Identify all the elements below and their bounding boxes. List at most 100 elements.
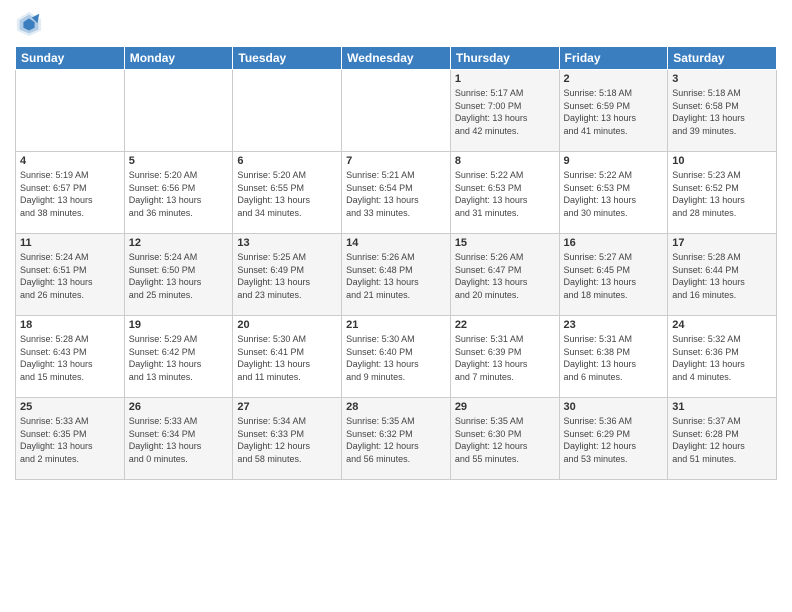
- day-info: Sunrise: 5:22 AM Sunset: 6:53 PM Dayligh…: [564, 169, 664, 219]
- calendar-cell: 12Sunrise: 5:24 AM Sunset: 6:50 PM Dayli…: [124, 234, 233, 316]
- calendar-cell: 21 Sunrise: 5:30 AM Sunset: 6:40 PM Dayli…: [342, 316, 451, 398]
- week-row-2: 4Sunrise: 5:19 AM Sunset: 6:57 PM Daylig…: [16, 152, 777, 234]
- calendar-cell: 2 Sunrise: 5:18 AM Sunset: 6:59 PM Daylig…: [559, 70, 668, 152]
- weekday-monday: Monday: [124, 47, 233, 70]
- day-info: Sunrise: 5:26 AM Sunset: 6:47 PM Dayligh…: [455, 251, 555, 301]
- day-number: 21: [346, 319, 446, 331]
- calendar-cell: 27 Sunrise: 5:34 AM Sunset: 6:33 PM Dayli…: [233, 398, 342, 480]
- calendar-cell: 16 Sunrise: 5:27 AM Sunset: 6:45 PM Dayli…: [559, 234, 668, 316]
- day-info: Sunrise: 5:33 AM Sunset: 6:35 PM Dayligh…: [20, 415, 120, 465]
- day-number: 7: [346, 155, 446, 167]
- day-number: 16: [564, 237, 664, 249]
- weekday-friday: Friday: [559, 47, 668, 70]
- day-number: 6: [237, 155, 337, 167]
- calendar-cell: 31 Sunrise: 5:37 AM Sunset: 6:28 PM Dayli…: [668, 398, 777, 480]
- day-info: Sunrise: 5:29 AM Sunset: 6:42 PM Dayligh…: [129, 333, 229, 383]
- weekday-saturday: Saturday: [668, 47, 777, 70]
- calendar-cell: 4Sunrise: 5:19 AM Sunset: 6:57 PM Daylig…: [16, 152, 125, 234]
- day-info: Sunrise: 5:35 AM Sunset: 6:32 PM Dayligh…: [346, 415, 446, 465]
- week-row-5: 25 Sunrise: 5:33 AM Sunset: 6:35 PM Dayli…: [16, 398, 777, 480]
- weekday-tuesday: Tuesday: [233, 47, 342, 70]
- calendar-cell: 26 Sunrise: 5:33 AM Sunset: 6:34 PM Dayli…: [124, 398, 233, 480]
- calendar-cell: 5Sunrise: 5:20 AM Sunset: 6:56 PM Daylig…: [124, 152, 233, 234]
- day-info: Sunrise: 5:24 AM Sunset: 6:51 PM Dayligh…: [20, 251, 120, 301]
- calendar-cell: 8Sunrise: 5:22 AM Sunset: 6:53 PM Daylig…: [450, 152, 559, 234]
- calendar-cell: 13 Sunrise: 5:25 AM Sunset: 6:49 PM Dayli…: [233, 234, 342, 316]
- day-info: Sunrise: 5:32 AM Sunset: 6:36 PM Dayligh…: [672, 333, 772, 383]
- day-number: 2: [564, 73, 664, 85]
- calendar-cell: 7 Sunrise: 5:21 AM Sunset: 6:54 PM Daylig…: [342, 152, 451, 234]
- day-number: 10: [672, 155, 772, 167]
- day-number: 26: [129, 401, 229, 413]
- calendar-cell: [233, 70, 342, 152]
- calendar-cell: 10Sunrise: 5:23 AM Sunset: 6:52 PM Dayli…: [668, 152, 777, 234]
- calendar-cell: 15Sunrise: 5:26 AM Sunset: 6:47 PM Dayli…: [450, 234, 559, 316]
- day-number: 20: [237, 319, 337, 331]
- calendar-cell: 30 Sunrise: 5:36 AM Sunset: 6:29 PM Dayli…: [559, 398, 668, 480]
- day-info: Sunrise: 5:30 AM Sunset: 6:41 PM Dayligh…: [237, 333, 337, 383]
- day-number: 18: [20, 319, 120, 331]
- calendar-cell: 11 Sunrise: 5:24 AM Sunset: 6:51 PM Dayli…: [16, 234, 125, 316]
- calendar-cell: 9 Sunrise: 5:22 AM Sunset: 6:53 PM Daylig…: [559, 152, 668, 234]
- day-number: 29: [455, 401, 555, 413]
- day-info: Sunrise: 5:25 AM Sunset: 6:49 PM Dayligh…: [237, 251, 337, 301]
- calendar-cell: 17 Sunrise: 5:28 AM Sunset: 6:44 PM Dayli…: [668, 234, 777, 316]
- calendar-cell: 28 Sunrise: 5:35 AM Sunset: 6:32 PM Dayli…: [342, 398, 451, 480]
- day-number: 13: [237, 237, 337, 249]
- day-info: Sunrise: 5:19 AM Sunset: 6:57 PM Dayligh…: [20, 169, 120, 219]
- week-row-4: 18 Sunrise: 5:28 AM Sunset: 6:43 PM Dayli…: [16, 316, 777, 398]
- day-info: Sunrise: 5:24 AM Sunset: 6:50 PM Dayligh…: [129, 251, 229, 301]
- day-number: 11: [20, 237, 120, 249]
- day-number: 30: [564, 401, 664, 413]
- day-info: Sunrise: 5:37 AM Sunset: 6:28 PM Dayligh…: [672, 415, 772, 465]
- day-info: Sunrise: 5:36 AM Sunset: 6:29 PM Dayligh…: [564, 415, 664, 465]
- day-info: Sunrise: 5:34 AM Sunset: 6:33 PM Dayligh…: [237, 415, 337, 465]
- day-info: Sunrise: 5:26 AM Sunset: 6:48 PM Dayligh…: [346, 251, 446, 301]
- weekday-sunday: Sunday: [16, 47, 125, 70]
- day-number: 3: [672, 73, 772, 85]
- calendar-container: SundayMondayTuesdayWednesdayThursdayFrid…: [0, 0, 792, 612]
- day-info: Sunrise: 5:27 AM Sunset: 6:45 PM Dayligh…: [564, 251, 664, 301]
- day-info: Sunrise: 5:18 AM Sunset: 6:59 PM Dayligh…: [564, 87, 664, 137]
- day-number: 22: [455, 319, 555, 331]
- day-number: 23: [564, 319, 664, 331]
- day-info: Sunrise: 5:17 AM Sunset: 7:00 PM Dayligh…: [455, 87, 555, 137]
- calendar-cell: 3Sunrise: 5:18 AM Sunset: 6:58 PM Daylig…: [668, 70, 777, 152]
- day-number: 5: [129, 155, 229, 167]
- day-info: Sunrise: 5:33 AM Sunset: 6:34 PM Dayligh…: [129, 415, 229, 465]
- calendar-cell: 23 Sunrise: 5:31 AM Sunset: 6:38 PM Dayli…: [559, 316, 668, 398]
- day-number: 1: [455, 73, 555, 85]
- day-info: Sunrise: 5:30 AM Sunset: 6:40 PM Dayligh…: [346, 333, 446, 383]
- day-info: Sunrise: 5:31 AM Sunset: 6:38 PM Dayligh…: [564, 333, 664, 383]
- calendar-cell: 22 Sunrise: 5:31 AM Sunset: 6:39 PM Dayli…: [450, 316, 559, 398]
- logo: [15, 10, 45, 38]
- calendar-cell: [124, 70, 233, 152]
- day-number: 24: [672, 319, 772, 331]
- week-row-1: 1 Sunrise: 5:17 AM Sunset: 7:00 PM Daylig…: [16, 70, 777, 152]
- day-number: 14: [346, 237, 446, 249]
- calendar-table: SundayMondayTuesdayWednesdayThursdayFrid…: [15, 46, 777, 480]
- day-number: 17: [672, 237, 772, 249]
- day-info: Sunrise: 5:22 AM Sunset: 6:53 PM Dayligh…: [455, 169, 555, 219]
- calendar-cell: 19Sunrise: 5:29 AM Sunset: 6:42 PM Dayli…: [124, 316, 233, 398]
- calendar-cell: 24 Sunrise: 5:32 AM Sunset: 6:36 PM Dayli…: [668, 316, 777, 398]
- week-row-3: 11 Sunrise: 5:24 AM Sunset: 6:51 PM Dayli…: [16, 234, 777, 316]
- weekday-wednesday: Wednesday: [342, 47, 451, 70]
- day-info: Sunrise: 5:21 AM Sunset: 6:54 PM Dayligh…: [346, 169, 446, 219]
- day-number: 27: [237, 401, 337, 413]
- day-number: 31: [672, 401, 772, 413]
- day-info: Sunrise: 5:31 AM Sunset: 6:39 PM Dayligh…: [455, 333, 555, 383]
- day-number: 25: [20, 401, 120, 413]
- calendar-cell: 25 Sunrise: 5:33 AM Sunset: 6:35 PM Dayli…: [16, 398, 125, 480]
- day-info: Sunrise: 5:28 AM Sunset: 6:44 PM Dayligh…: [672, 251, 772, 301]
- day-number: 28: [346, 401, 446, 413]
- calendar-body: 1 Sunrise: 5:17 AM Sunset: 7:00 PM Daylig…: [16, 70, 777, 480]
- weekday-thursday: Thursday: [450, 47, 559, 70]
- calendar-cell: 1 Sunrise: 5:17 AM Sunset: 7:00 PM Daylig…: [450, 70, 559, 152]
- logo-icon: [15, 10, 43, 38]
- header: [15, 10, 777, 38]
- calendar-cell: 14 Sunrise: 5:26 AM Sunset: 6:48 PM Dayli…: [342, 234, 451, 316]
- calendar-cell: 20 Sunrise: 5:30 AM Sunset: 6:41 PM Dayli…: [233, 316, 342, 398]
- day-number: 9: [564, 155, 664, 167]
- day-info: Sunrise: 5:28 AM Sunset: 6:43 PM Dayligh…: [20, 333, 120, 383]
